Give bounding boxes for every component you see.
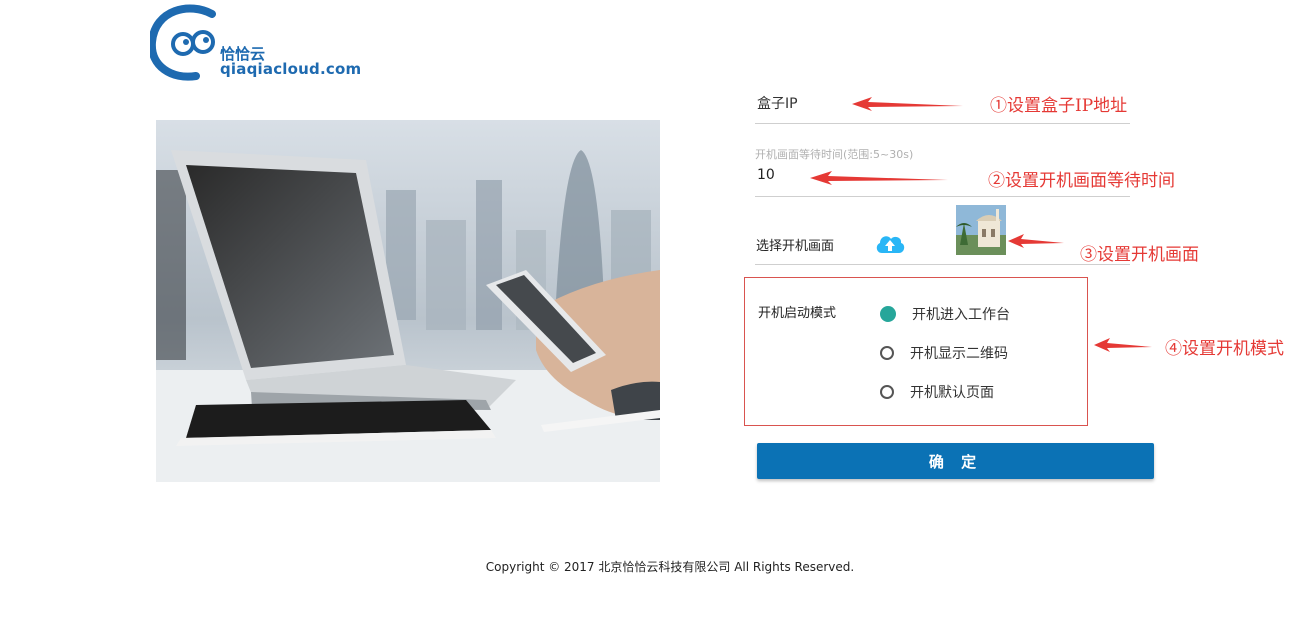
annotation-arrow-icon bbox=[1008, 234, 1064, 248]
radio-option-label: 开机显示二维码 bbox=[910, 346, 1008, 362]
select-boot-image-label: 选择开机画面 bbox=[756, 239, 835, 254]
boot-image-underline bbox=[755, 264, 1130, 265]
radio-checked-icon[interactable] bbox=[880, 306, 896, 322]
radio-option-label: 开机进入工作台 bbox=[912, 307, 1010, 323]
annotation-wait-time: ②设置开机画面等待时间 bbox=[988, 171, 1175, 191]
wait-time-input[interactable]: 10 bbox=[757, 167, 775, 183]
wait-time-underline bbox=[755, 196, 1130, 197]
wait-time-hint: 开机画面等待时间(范围:5~30s) bbox=[755, 148, 914, 161]
hero-image bbox=[156, 120, 660, 482]
footer-copyright: Copyright © 2017 北京恰恰云科技有限公司 All Rights … bbox=[485, 560, 855, 574]
boot-image-thumbnail[interactable] bbox=[956, 205, 1006, 255]
boot-mode-label: 开机启动模式 bbox=[758, 306, 837, 321]
box-ip-label: 盒子IP bbox=[757, 96, 798, 112]
annotation-boot-image: ③设置开机画面 bbox=[1080, 245, 1199, 265]
annotation-arrow-icon bbox=[1094, 338, 1152, 352]
radio-option-qrcode[interactable]: 开机显示二维码 bbox=[880, 343, 1008, 363]
box-ip-input[interactable] bbox=[755, 123, 1130, 124]
radio-unchecked-icon[interactable] bbox=[880, 346, 894, 360]
radio-option-label: 开机默认页面 bbox=[910, 385, 994, 401]
annotation-box-ip: ①设置盒子IP地址 bbox=[990, 96, 1128, 116]
annotation-arrow-icon bbox=[810, 171, 948, 185]
radio-unchecked-icon[interactable] bbox=[880, 385, 894, 399]
radio-option-workbench[interactable]: 开机进入工作台 bbox=[880, 304, 1010, 324]
brand-domain: qiaqiacloud.com bbox=[220, 60, 362, 78]
confirm-button[interactable]: 确 定 bbox=[757, 443, 1154, 479]
radio-option-default-page[interactable]: 开机默认页面 bbox=[880, 382, 994, 402]
annotation-boot-mode: ④设置开机模式 bbox=[1165, 339, 1284, 359]
annotation-arrow-icon bbox=[852, 97, 963, 111]
cloud-upload-icon[interactable] bbox=[874, 231, 906, 255]
